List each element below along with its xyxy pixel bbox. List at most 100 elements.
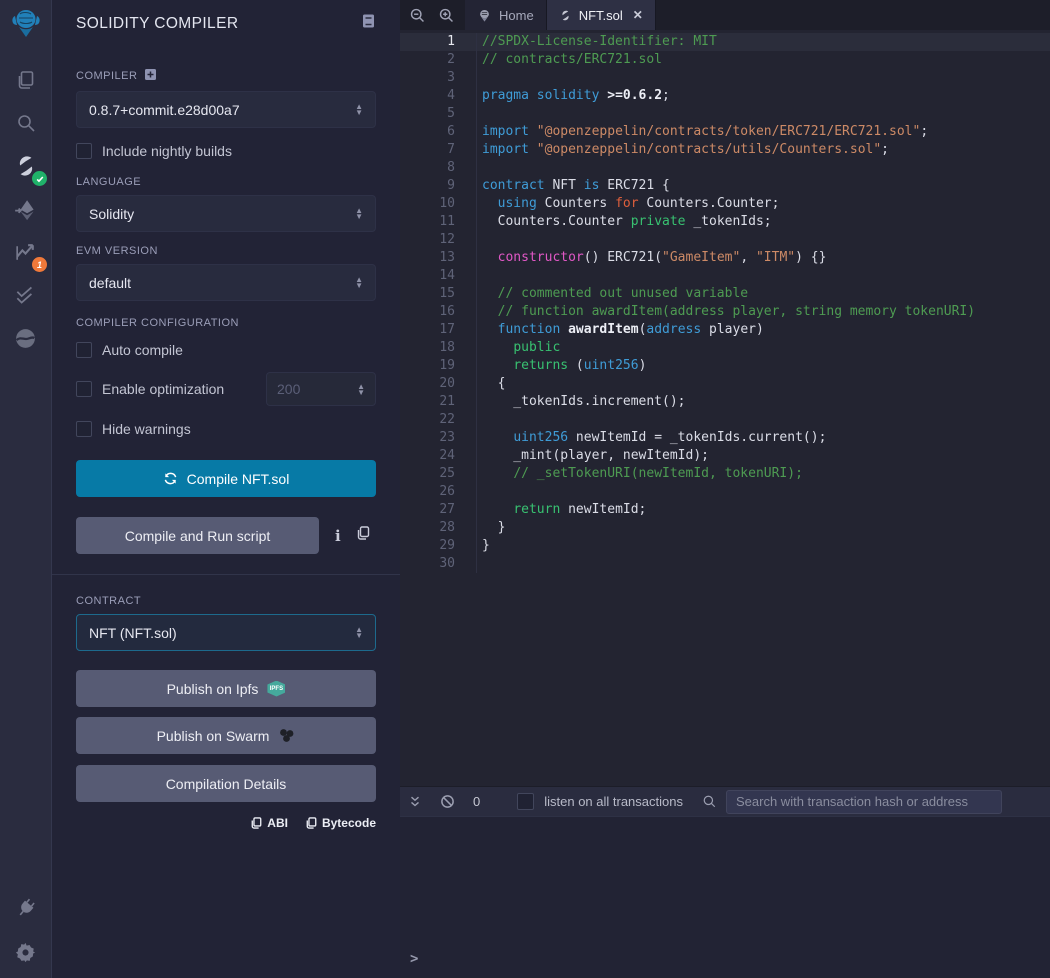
- close-tab-icon[interactable]: ✕: [633, 8, 643, 22]
- nightly-builds-checkbox[interactable]: [76, 143, 92, 159]
- refresh-icon: [163, 471, 178, 486]
- code-line-22[interactable]: 22: [400, 411, 1050, 429]
- line-number: 19: [400, 357, 455, 375]
- plugin-manager-icon[interactable]: [0, 890, 51, 926]
- code-line-27[interactable]: 27 return newItemId;: [400, 501, 1050, 519]
- line-number: 15: [400, 285, 455, 303]
- line-number: 11: [400, 213, 455, 231]
- copy-icon[interactable]: [357, 526, 370, 545]
- line-number: 16: [400, 303, 455, 321]
- line-number: 22: [400, 411, 455, 429]
- code-line-2[interactable]: 2// contracts/ERC721.sol: [400, 51, 1050, 69]
- code-line-28[interactable]: 28 }: [400, 519, 1050, 537]
- optimization-runs-input[interactable]: 200 ▲▼: [266, 372, 376, 406]
- line-number: 26: [400, 483, 455, 501]
- code-line-26[interactable]: 26: [400, 483, 1050, 501]
- enable-optimization-checkbox[interactable]: [76, 381, 92, 397]
- code-line-24[interactable]: 24 _mint(player, newItemId);: [400, 447, 1050, 465]
- code-line-5[interactable]: 5: [400, 105, 1050, 123]
- code-line-11[interactable]: 11 Counters.Counter private _tokenIds;: [400, 213, 1050, 231]
- code-line-25[interactable]: 25 // _setTokenURI(newItemId, tokenURI);: [400, 465, 1050, 483]
- transaction-count: 0: [473, 794, 480, 809]
- stepper-arrows-icon: ▲▼: [357, 384, 365, 395]
- copy-abi-link[interactable]: ABI: [251, 816, 288, 830]
- line-number: 28: [400, 519, 455, 537]
- file-explorer-icon[interactable]: [0, 62, 51, 98]
- contract-label: CONTRACT: [76, 595, 376, 607]
- compiler-config-label: COMPILER CONFIGURATION: [76, 317, 376, 329]
- line-number: 17: [400, 321, 455, 339]
- code-line-9[interactable]: 9contract NFT is ERC721 {: [400, 177, 1050, 195]
- copy-bytecode-link[interactable]: Bytecode: [306, 816, 376, 830]
- line-number: 10: [400, 195, 455, 213]
- code-line-12[interactable]: 12: [400, 231, 1050, 249]
- clear-console-icon[interactable]: [440, 794, 455, 809]
- code-line-21[interactable]: 21 _tokenIds.increment();: [400, 393, 1050, 411]
- line-number: 23: [400, 429, 455, 447]
- code-line-7[interactable]: 7import "@openzeppelin/contracts/utils/C…: [400, 141, 1050, 159]
- code-line-3[interactable]: 3: [400, 69, 1050, 87]
- copy-icon: [306, 817, 317, 829]
- line-number: 29: [400, 537, 455, 555]
- select-arrows-icon: ▲▼: [355, 104, 363, 115]
- deploy-run-icon[interactable]: [0, 192, 51, 228]
- static-analysis-icon[interactable]: 1: [0, 234, 51, 270]
- code-line-1[interactable]: 1//SPDX-License-Identifier: MIT: [400, 33, 1050, 51]
- code-line-16[interactable]: 16 // function awardItem(address player,…: [400, 303, 1050, 321]
- remix-logo[interactable]: [0, 5, 51, 41]
- code-line-14[interactable]: 14: [400, 267, 1050, 285]
- solidity-compiler-panel: SOLIDITY COMPILER COMPILER 0.8.7+commit.…: [52, 0, 400, 978]
- auto-compile-checkbox[interactable]: [76, 342, 92, 358]
- code-line-15[interactable]: 15 // commented out unused variable: [400, 285, 1050, 303]
- ipfs-icon: IPFS: [267, 681, 285, 697]
- line-number: 7: [400, 141, 455, 159]
- tab-home[interactable]: Home: [465, 0, 547, 30]
- code-line-23[interactable]: 23 uint256 newItemId = _tokenIds.current…: [400, 429, 1050, 447]
- compile-button[interactable]: Compile NFT.sol: [76, 460, 376, 497]
- compiler-add-icon[interactable]: [144, 68, 157, 84]
- line-number: 1: [400, 33, 455, 51]
- zoom-out-icon[interactable]: [409, 7, 426, 24]
- line-number: 14: [400, 267, 455, 285]
- compile-and-run-button[interactable]: Compile and Run script: [76, 517, 319, 554]
- code-line-30[interactable]: 30: [400, 555, 1050, 573]
- contract-select[interactable]: NFT (NFT.sol) ▲▼: [76, 614, 376, 651]
- hide-warnings-checkbox[interactable]: [76, 421, 92, 437]
- code-line-8[interactable]: 8: [400, 159, 1050, 177]
- tab-nft-sol[interactable]: NFT.sol ✕: [547, 0, 656, 30]
- search-icon[interactable]: [0, 105, 51, 141]
- code-line-13[interactable]: 13 constructor() ERC721("GameItem", "ITM…: [400, 249, 1050, 267]
- code-line-4[interactable]: 4pragma solidity >=0.6.2;: [400, 87, 1050, 105]
- code-line-19[interactable]: 19 returns (uint256): [400, 357, 1050, 375]
- code-line-17[interactable]: 17 function awardItem(address player): [400, 321, 1050, 339]
- terminal-output[interactable]: >: [400, 816, 1050, 977]
- publish-swarm-button[interactable]: Publish on Swarm: [76, 717, 376, 754]
- listen-transactions-checkbox[interactable]: [517, 793, 534, 810]
- code-line-18[interactable]: 18 public: [400, 339, 1050, 357]
- solidity-compiler-icon[interactable]: [0, 148, 51, 184]
- language-select[interactable]: Solidity ▲▼: [76, 195, 376, 232]
- code-line-10[interactable]: 10 using Counters for Counters.Counter;: [400, 195, 1050, 213]
- line-number: 2: [400, 51, 455, 69]
- code-line-6[interactable]: 6import "@openzeppelin/contracts/token/E…: [400, 123, 1050, 141]
- settings-gear-icon[interactable]: [0, 934, 51, 970]
- line-number: 20: [400, 375, 455, 393]
- sourcify-icon[interactable]: [0, 320, 51, 356]
- info-icon[interactable]: i: [335, 527, 341, 545]
- expand-terminal-icon[interactable]: [408, 795, 422, 809]
- compilation-details-button[interactable]: Compilation Details: [76, 765, 376, 802]
- unit-testing-icon[interactable]: [0, 277, 51, 313]
- evm-version-select[interactable]: default ▲▼: [76, 264, 376, 301]
- code-editor[interactable]: 1//SPDX-License-Identifier: MIT2// contr…: [400, 30, 1050, 786]
- documentation-book-icon[interactable]: [361, 13, 376, 34]
- publish-ipfs-button[interactable]: Publish on Ipfs IPFS: [76, 670, 376, 707]
- line-number: 6: [400, 123, 455, 141]
- code-line-29[interactable]: 29}: [400, 537, 1050, 555]
- select-arrows-icon: ▲▼: [355, 277, 363, 288]
- transaction-search-input[interactable]: [726, 790, 1002, 814]
- zoom-in-icon[interactable]: [438, 7, 455, 24]
- section-divider: [52, 574, 400, 575]
- line-number: 27: [400, 501, 455, 519]
- compiler-version-select[interactable]: 0.8.7+commit.e28d00a7 ▲▼: [76, 91, 376, 128]
- code-line-20[interactable]: 20 {: [400, 375, 1050, 393]
